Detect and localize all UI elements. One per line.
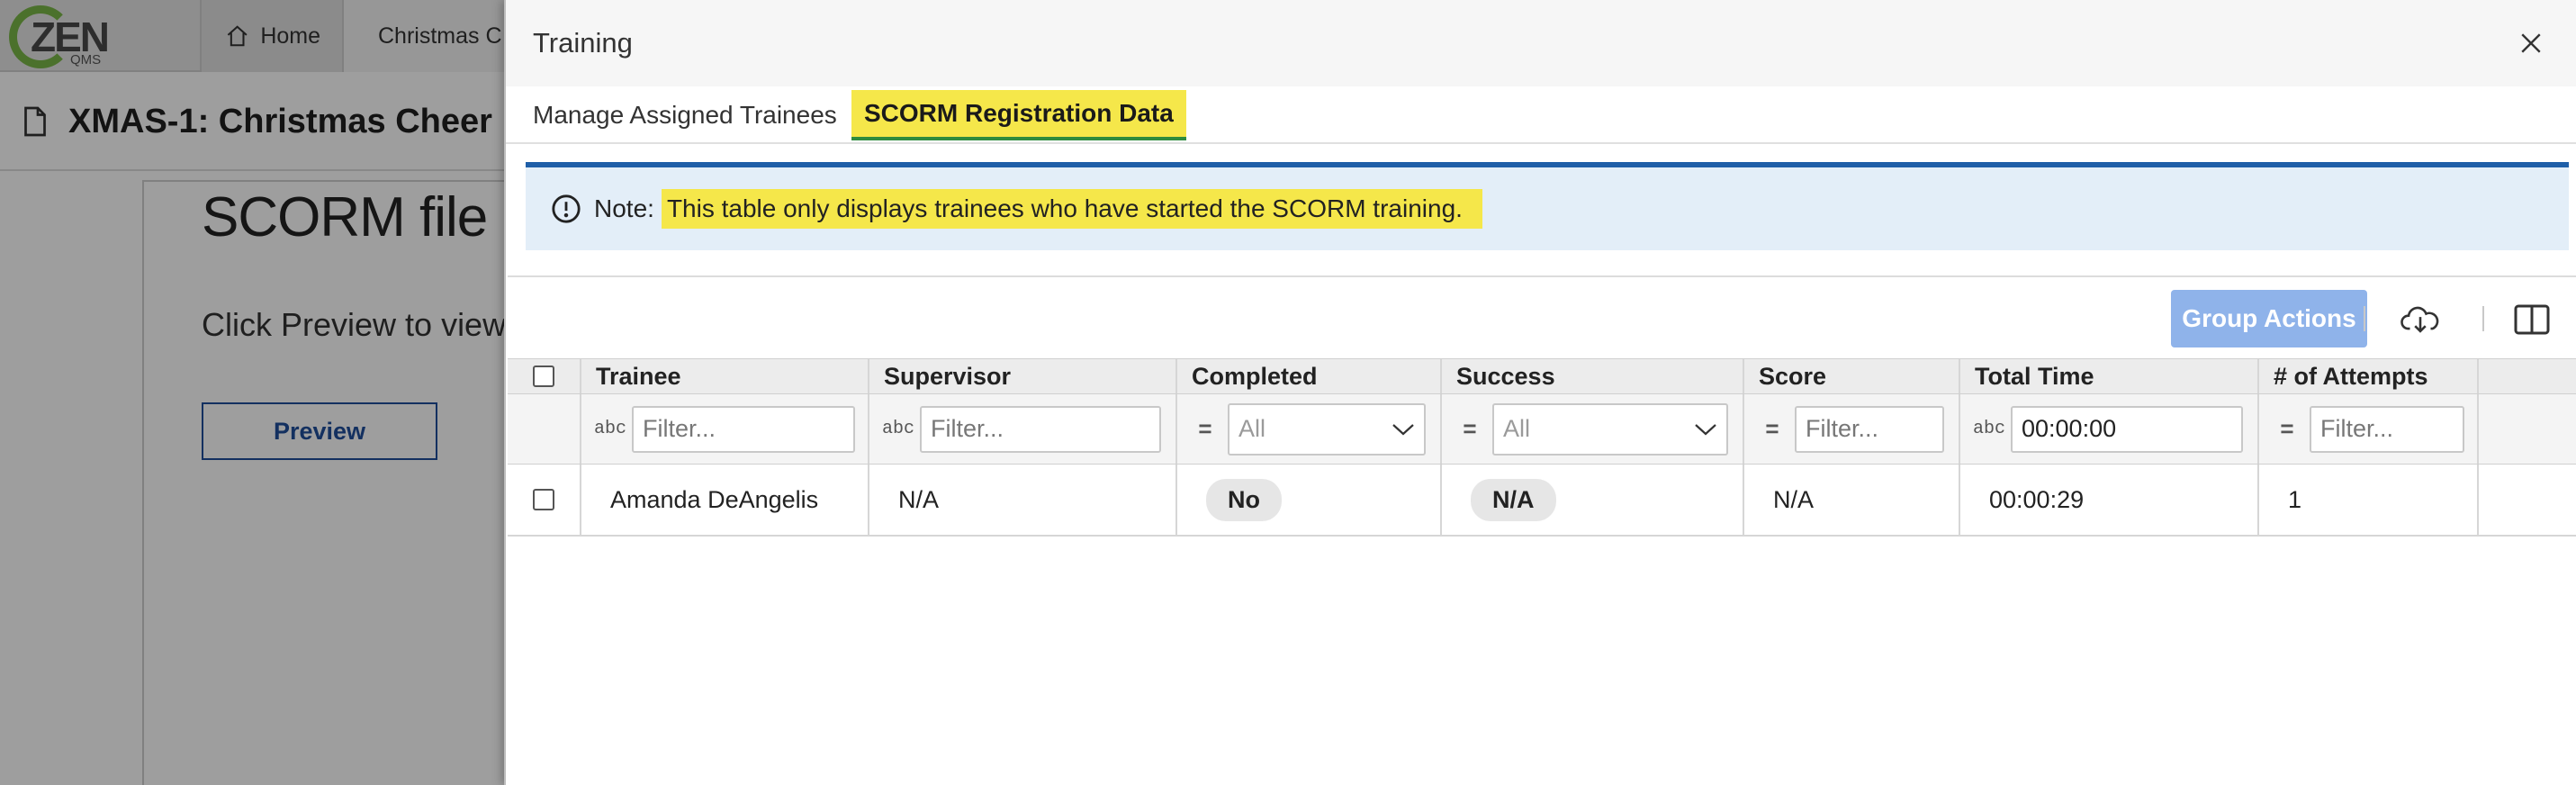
toolbar-divider <box>2364 306 2365 331</box>
text-filter-icon[interactable]: abc <box>1973 419 2005 439</box>
success-filter-value: All <box>1503 415 1531 442</box>
column-header-completed[interactable]: Completed <box>1177 359 1442 393</box>
filter-cell-supervisor: abc <box>869 394 1177 464</box>
training-modal: Training Manage Assigned Trainees SCORM … <box>504 0 2576 785</box>
info-icon <box>552 194 581 223</box>
filter-cell-attempts: = <box>2259 394 2479 464</box>
filter-spacer <box>508 394 581 464</box>
filter-cell-trainee: abc <box>581 394 869 464</box>
info-note: Note: This table only displays trainees … <box>526 162 2569 250</box>
text-filter-icon[interactable]: abc <box>882 419 914 439</box>
filter-cell-success: = All <box>1442 394 1744 464</box>
cell-spacer <box>2479 465 2576 535</box>
attempts-filter-input[interactable] <box>2310 405 2464 453</box>
total-time-value: 00:00:29 <box>1989 485 2085 513</box>
equals-filter-icon[interactable]: = <box>2272 415 2302 443</box>
group-actions-button[interactable]: Group Actions <box>2171 290 2367 347</box>
equals-filter-icon[interactable]: = <box>1455 415 1485 443</box>
table-row[interactable]: Amanda DeAngelis N/A No N/A N/A 00:00:29… <box>508 465 2576 537</box>
column-header-supervisor[interactable]: Supervisor <box>869 359 1177 393</box>
modal-header: Training <box>506 0 2576 86</box>
success-badge: N/A <box>1471 478 1556 521</box>
scorm-grid: Group Actions Trainee Supervisor Complet… <box>508 275 2576 785</box>
tab-manage-assigned-trainees[interactable]: Manage Assigned Trainees <box>520 90 850 140</box>
completed-badge: No <box>1206 478 1282 521</box>
completed-filter-value: All <box>1238 415 1266 442</box>
columns-icon <box>2514 304 2550 335</box>
column-header-spacer <box>2479 359 2576 393</box>
cell-success: N/A <box>1442 465 1744 535</box>
cell-completed: No <box>1177 465 1442 535</box>
attempts-value: 1 <box>2288 485 2302 513</box>
column-header-score[interactable]: Score <box>1744 359 1960 393</box>
column-header-attempts[interactable]: # of Attempts <box>2259 359 2479 393</box>
cell-supervisor: N/A <box>869 465 1177 535</box>
equals-filter-icon[interactable]: = <box>1757 415 1788 443</box>
cloud-download-icon <box>2400 306 2439 333</box>
chevron-down-icon <box>1392 423 1414 435</box>
tab-scorm-registration-data[interactable]: SCORM Registration Data <box>851 90 1186 140</box>
modal-tabs: Manage Assigned Trainees SCORM Registrat… <box>506 86 2576 144</box>
supervisor-filter-input[interactable] <box>920 405 1161 453</box>
table-filter-row: abc abc = All <box>508 394 2576 465</box>
toolbar-divider <box>2482 306 2484 331</box>
cell-trainee: Amanda DeAngelis <box>581 465 869 535</box>
filter-spacer <box>2479 394 2576 464</box>
score-value: N/A <box>1773 485 1815 513</box>
filter-cell-completed: = All <box>1177 394 1442 464</box>
equals-filter-icon[interactable]: = <box>1190 415 1220 443</box>
row-checkbox[interactable] <box>533 489 554 510</box>
score-filter-input[interactable] <box>1795 405 1944 453</box>
total-time-filter-input[interactable] <box>2011 405 2243 453</box>
success-filter-select[interactable]: All <box>1492 402 1728 456</box>
column-header-total-time[interactable]: Total Time <box>1960 359 2259 393</box>
text-filter-icon[interactable]: abc <box>594 419 626 439</box>
download-button[interactable] <box>2396 297 2445 342</box>
cell-score: N/A <box>1744 465 1960 535</box>
supervisor-value: N/A <box>898 485 940 513</box>
column-header-trainee[interactable]: Trainee <box>581 359 869 393</box>
filter-cell-score: = <box>1744 394 1960 464</box>
chevron-down-icon <box>1695 423 1716 435</box>
close-button[interactable] <box>2511 23 2551 63</box>
filter-cell-total-time: abc <box>1960 394 2259 464</box>
modal-title: Training <box>533 27 633 59</box>
note-text: This table only displays trainees who ha… <box>661 189 1482 229</box>
table-header-row: Trainee Supervisor Completed Success Sco… <box>508 358 2576 394</box>
select-all-cell <box>508 359 581 393</box>
completed-filter-select[interactable]: All <box>1228 402 1426 456</box>
close-icon <box>2521 33 2541 53</box>
column-header-success[interactable]: Success <box>1442 359 1744 393</box>
row-select-cell <box>508 465 581 535</box>
note-prefix: Note: <box>594 194 654 222</box>
trainee-name: Amanda DeAngelis <box>610 485 819 513</box>
trainee-filter-input[interactable] <box>632 405 855 453</box>
select-all-checkbox[interactable] <box>533 365 554 387</box>
cell-attempts: 1 <box>2259 465 2479 535</box>
columns-button[interactable] <box>2509 297 2554 342</box>
cell-total-time: 00:00:29 <box>1960 465 2259 535</box>
